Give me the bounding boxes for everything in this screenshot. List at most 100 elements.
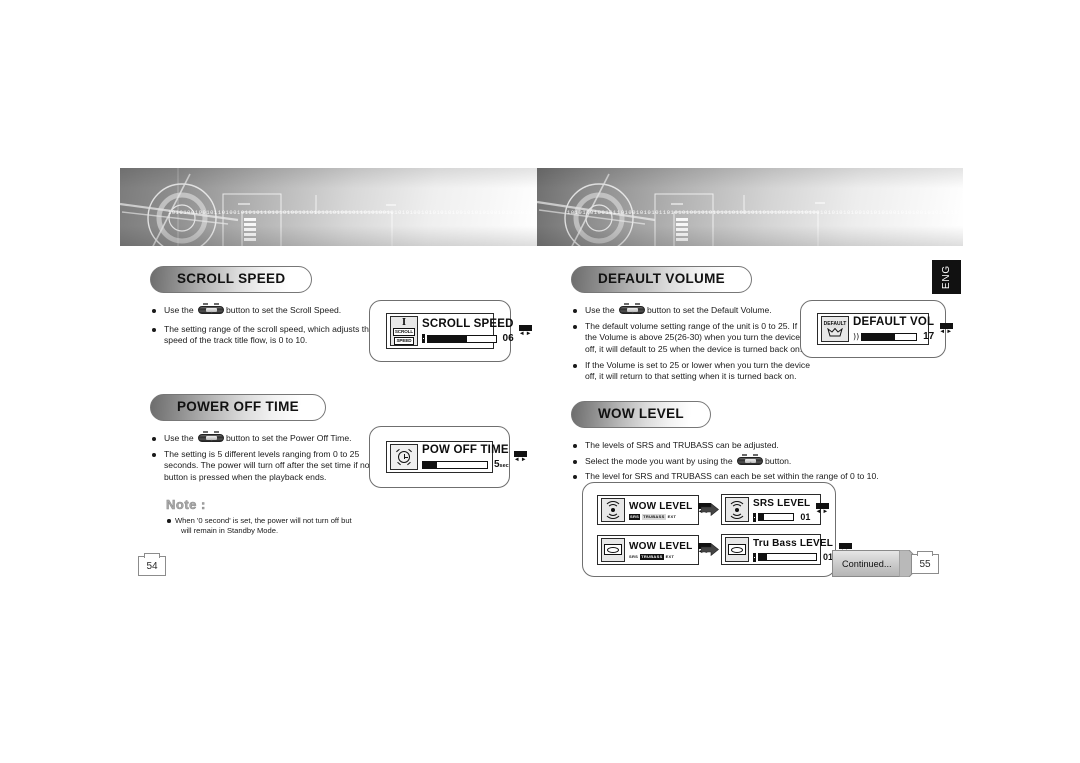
trubass-speaker-icon — [601, 537, 625, 562]
lcd-body: DEFAULT VOL )) 17 — [853, 316, 934, 342]
lcd-meter: 5sec — [422, 459, 509, 470]
srs-waves-icon — [725, 497, 749, 522]
speaker-icon: )) — [853, 331, 860, 341]
lcd-card-power-off-time: POW OFF TIME 5sec ◄► — [369, 426, 528, 488]
trubass-speaker-icon — [725, 537, 749, 562]
banner-shading — [120, 168, 537, 246]
bullet-text-post: button to set the Scroll Speed. — [226, 305, 342, 316]
meter-track — [422, 460, 488, 469]
meter-cap-icon — [753, 512, 756, 522]
lcd-card-scroll-speed: I SCROLL SPEED SCROLL SPEED 06 ◄► — [369, 300, 533, 362]
lcd-sub-modes: SRS TRUBASS EXT — [629, 513, 677, 520]
rocker-button-icon: - + — [198, 431, 225, 443]
section-title-power-off-time: POWER OFF TIME — [150, 394, 326, 422]
manual-spread: 1010100100101101001010101101010100101010… — [0, 0, 1080, 763]
meter-track — [861, 332, 918, 341]
lcd-meter: 01 — [753, 512, 810, 522]
bullet-text-post: button. — [765, 455, 792, 466]
lcd-screen-srs-level: SRS LEVEL 01 ◄► — [721, 494, 829, 525]
lcd-title: SRS LEVEL — [753, 498, 811, 509]
power-off-bullets: Use the - + button to set the Power Off T… — [150, 431, 387, 484]
meter-track — [427, 334, 497, 343]
rocker-button-icon: - + — [198, 303, 225, 315]
section-wow-level: WOW LEVEL The levels of SRS and TRUBASS … — [571, 401, 951, 490]
wow-flow-row: WOW LEVEL SRS TRUBASS EXT ◄► — [597, 494, 829, 525]
meter-cap-icon — [422, 334, 425, 343]
meter-track — [758, 553, 818, 561]
section-title-wow-level: WOW LEVEL — [571, 401, 711, 429]
lcd-title: POW OFF TIME — [422, 444, 509, 456]
lcd-title: Tru Bass LEVEL — [753, 538, 834, 549]
left-page: 1010100100101101001010101101010100101010… — [120, 168, 537, 535]
lcd-title: SCROLL SPEED — [422, 318, 514, 330]
bullet-item: Use the - + button to set the Default Vol… — [571, 303, 811, 317]
bullet-item: Select the mode you want by using the - … — [571, 453, 951, 468]
lcd-screen-default-volume: DEFAULT DEFAULT VOL )) 17 ◄► — [817, 313, 953, 345]
wow-flow-row: WOW LEVEL SRS TRUBASS EXT ◄► — [597, 534, 852, 565]
lcd-value: 17 — [923, 331, 935, 342]
bullet-text-pre: Use the — [164, 305, 197, 316]
bullet-text-post: button to set the Default Volume. — [647, 305, 772, 316]
continued-label: Continued... — [832, 550, 899, 577]
lcd-card-default-volume: DEFAULT DEFAULT VOL )) 17 ◄► — [800, 300, 953, 358]
bullet-text-post: button to set the Power Off Time. — [226, 433, 352, 444]
alarm-clock-icon — [390, 444, 418, 470]
section-title-scroll-speed: SCROLL SPEED — [150, 266, 313, 294]
bullet-item: Use the - + button to set the Scroll Spee… — [150, 303, 380, 317]
lcd-value: 01 — [800, 512, 811, 522]
bullet-item: The default volume setting range of the … — [571, 321, 811, 356]
section-default-volume: DEFAULT VOLUME Use the - + button to set … — [571, 266, 811, 390]
bullet-item: If the Volume is set to 25 or lower when… — [571, 360, 811, 383]
lcd-meter: 01 — [753, 552, 833, 562]
banner-shading — [537, 168, 963, 246]
srs-waves-icon — [601, 497, 625, 522]
section-scroll-speed: SCROLL SPEED Use the - + button to set th… — [150, 266, 380, 354]
lcd-meter: 06 — [422, 333, 514, 344]
lcd-title: WOW LEVEL — [629, 540, 693, 552]
lcd-body: Tru Bass LEVEL 01 — [753, 537, 833, 562]
lcd-screen-trubass-level: Tru Bass LEVEL 01 ◄► — [721, 534, 852, 565]
right-page: 1010100100101101001010101101010100101010… — [537, 168, 963, 577]
continued-banner: Continued... — [832, 550, 923, 577]
meter-track — [758, 513, 795, 521]
bullet-item: The levels of SRS and TRUBASS can be adj… — [571, 440, 951, 452]
lcd-value: 5sec — [493, 459, 509, 470]
language-tab-eng: ENG — [932, 260, 961, 294]
lcd-card-wow-level-flow: WOW LEVEL SRS TRUBASS EXT ◄► — [582, 482, 852, 577]
default-volume-bullets: Use the - + button to set the Default Vol… — [571, 303, 811, 383]
lcd-body: POW OFF TIME 5sec — [422, 444, 509, 470]
bullet-text-pre: Use the — [585, 305, 618, 316]
lcd-screen-wow-srs: WOW LEVEL SRS TRUBASS EXT ◄► — [597, 494, 711, 525]
left-right-arrows-icon: ◄► — [518, 316, 534, 346]
bullet-item: The setting range of the scroll speed, w… — [150, 324, 380, 347]
lcd-body: SRS LEVEL 01 — [753, 497, 810, 522]
lcd-body: WOW LEVEL SRS TRUBASS EXT — [629, 498, 692, 522]
bullet-item: The setting is 5 different levels rangin… — [150, 449, 387, 484]
left-right-arrows-icon: ◄► — [814, 497, 830, 522]
page-number-right: 55 — [911, 551, 939, 574]
lcd-body: WOW LEVEL SRS TRUBASS EXT — [629, 538, 692, 562]
note-block: Note : When '0 second' is set, the power… — [166, 497, 406, 536]
lcd-meter: )) 17 — [853, 331, 934, 342]
bullet-text-pre: Select the mode you want by using the — [585, 455, 736, 466]
lcd-title: WOW LEVEL — [629, 500, 693, 512]
bullet-text-pre: Use the — [164, 433, 197, 444]
left-right-arrows-icon: ◄► — [513, 444, 529, 470]
bullet-item: Use the - + button to set the Power Off T… — [150, 431, 387, 445]
left-right-arrows-icon: ◄► — [938, 316, 954, 342]
wow-level-bullets: The levels of SRS and TRUBASS can be adj… — [571, 440, 951, 483]
section-title-default-volume: DEFAULT VOLUME — [571, 266, 752, 294]
lcd-screen-wow-trubass: WOW LEVEL SRS TRUBASS EXT ◄► — [597, 534, 711, 565]
lcd-screen-power-off-time: POW OFF TIME 5sec ◄► — [386, 441, 528, 473]
crown-icon — [827, 327, 843, 336]
scroll-speed-bullets: Use the - + button to set the Scroll Spee… — [150, 303, 380, 347]
arrow-right-icon — [699, 503, 721, 516]
header-banner-right: 1010100100101101001010101101010100101010… — [537, 168, 963, 246]
header-banner-left: 1010100100101101001010101101010100101010… — [120, 168, 537, 246]
rocker-button-icon: - + — [737, 453, 764, 466]
lcd-sub-modes: SRS TRUBASS EXT — [629, 553, 675, 560]
rocker-button-icon: - + — [619, 303, 646, 315]
arrow-right-icon — [699, 543, 721, 556]
default-volume-icon: DEFAULT — [821, 316, 849, 342]
lcd-body: SCROLL SPEED 06 — [422, 316, 514, 346]
